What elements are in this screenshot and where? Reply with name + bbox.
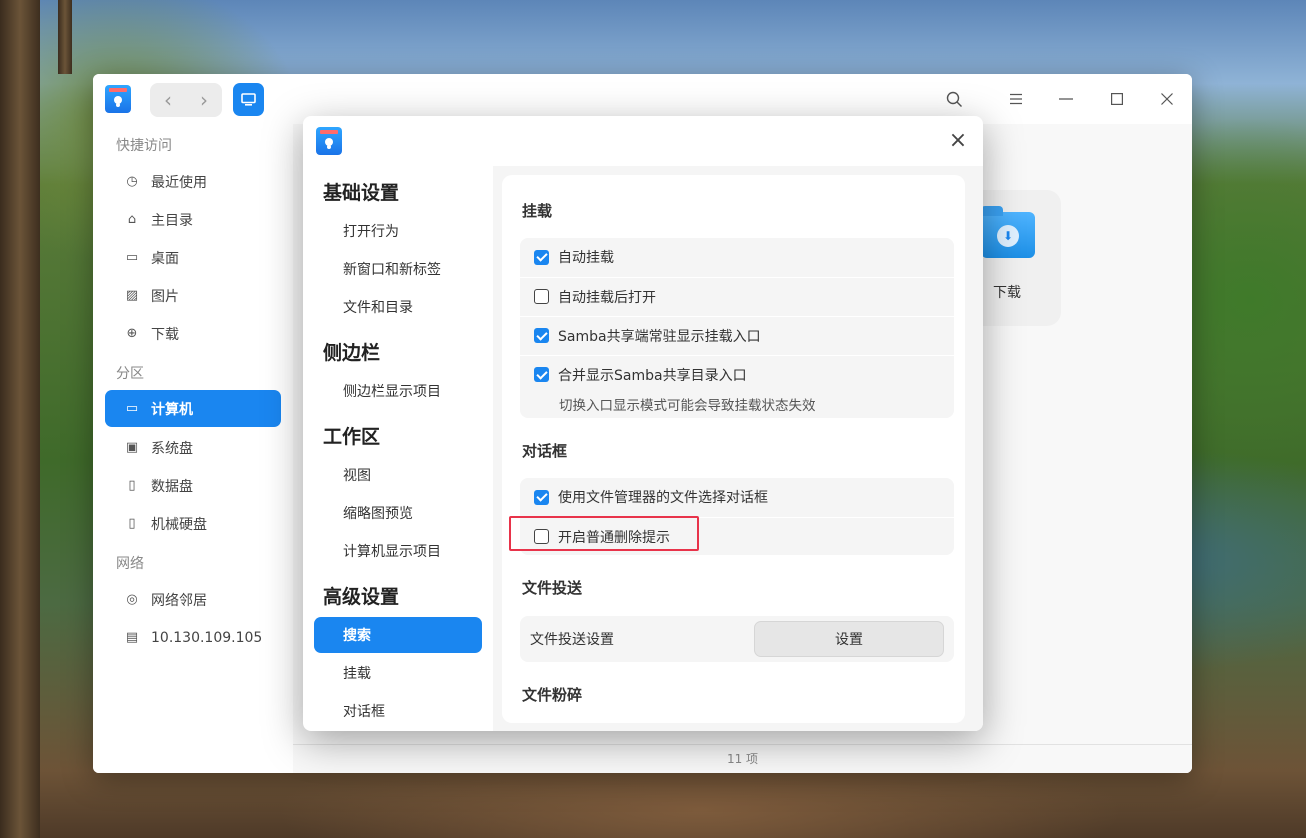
option-label: Samba共享端常驻显示挂载入口 (558, 328, 761, 345)
navigation-buttons: ‹ › (150, 83, 222, 117)
status-bar: 11 项 (293, 744, 1192, 773)
disk-icon: ▣ (125, 440, 139, 455)
download-icon: ⊕ (126, 326, 138, 341)
nav-item-search[interactable]: 搜索 (314, 617, 482, 653)
section-title-shred: 文件粉碎 (522, 686, 583, 704)
sidebar-item-pictures[interactable]: ▨ 图片 (105, 277, 281, 314)
sidebar-item-recent[interactable]: ◷ 最近使用 (105, 163, 281, 200)
settings-content: 挂载 自动挂载 自动挂载后打开 Samba共享端常驻显示挂载入口 合并显示Sam… (493, 166, 983, 731)
file-manager-logo-icon (316, 127, 342, 155)
checkbox-checked[interactable] (534, 489, 549, 505)
nav-item-open-behavior[interactable]: 打开行为 (314, 213, 482, 249)
maximize-icon[interactable] (1104, 86, 1130, 112)
nav-heading-workspace[interactable]: 工作区 (323, 422, 380, 449)
nav-item-view[interactable]: 视图 (314, 457, 482, 493)
option-use-fm-dialog[interactable]: 使用文件管理器的文件选择对话框 (520, 478, 954, 516)
menu-icon[interactable] (1003, 86, 1029, 112)
section-title-mount: 挂载 (522, 202, 553, 220)
server-icon: ▤ (125, 630, 139, 645)
checkbox-checked[interactable] (534, 249, 549, 265)
section-title-transfer: 文件投送 (522, 579, 583, 597)
option-note: 切换入口显示模式可能会导致挂载状态失效 (559, 398, 816, 414)
sidebar-item-hdd[interactable]: ▯ 机械硬盘 (105, 505, 281, 542)
sidebar-item-label: 计算机 (151, 401, 193, 418)
sidebar-item-desktop[interactable]: ▭ 桌面 (105, 239, 281, 276)
network-icon: ◎ (126, 592, 138, 607)
sidebar-item-label: 图片 (151, 288, 179, 305)
computer-view-button[interactable] (233, 83, 264, 116)
search-icon[interactable] (941, 86, 967, 112)
download-icon: ⬇ (997, 225, 1019, 247)
nav-heading-basic[interactable]: 基础设置 (323, 178, 399, 205)
close-icon[interactable] (1154, 86, 1180, 112)
computer-icon (241, 93, 256, 106)
nav-item-computer-display[interactable]: 计算机显示项目 (314, 533, 482, 569)
sidebar-item-computer[interactable]: ▭ 计算机 (105, 390, 281, 427)
back-chevron-icon[interactable]: ‹ (150, 83, 186, 117)
checkbox-checked[interactable] (534, 367, 549, 382)
minimize-icon[interactable] (1053, 86, 1079, 112)
sidebar-item-home[interactable]: ⌂ 主目录 (105, 201, 281, 238)
sidebar-item-label: 数据盘 (151, 478, 193, 495)
sidebar-item-system-disk[interactable]: ▣ 系统盘 (105, 429, 281, 466)
nav-item-files-dirs[interactable]: 文件和目录 (314, 289, 482, 325)
desktop-icon: ▭ (125, 250, 139, 265)
disk-icon: ▯ (128, 516, 136, 531)
sidebar-section-quick-access: 快捷访问 (116, 138, 172, 154)
settings-dialog: × 基础设置 打开行为 新窗口和新标签 文件和目录 侧边栏 侧边栏显示项目 工作… (303, 116, 983, 731)
sidebar-item-label: 机械硬盘 (151, 516, 207, 533)
settings-nav: 基础设置 打开行为 新窗口和新标签 文件和目录 侧边栏 侧边栏显示项目 工作区 … (303, 166, 493, 731)
transfer-label: 文件投送设置 (530, 632, 614, 648)
home-icon: ⌂ (127, 212, 137, 227)
nav-item-dialog[interactable]: 对话框 (314, 693, 482, 729)
option-merge-samba[interactable]: 合并显示Samba共享目录入口 (520, 355, 954, 393)
section-title-dialog: 对话框 (522, 442, 568, 460)
nav-item-new-window-tab[interactable]: 新窗口和新标签 (314, 251, 482, 287)
disk-icon: ▯ (128, 478, 136, 493)
forward-chevron-icon[interactable]: › (186, 83, 222, 117)
file-manager-logo-icon (105, 85, 131, 113)
sidebar-item-label: 桌面 (151, 250, 179, 267)
option-label: 合并显示Samba共享目录入口 (558, 367, 747, 384)
sidebar-section-network: 网络 (116, 556, 144, 572)
sidebar-item-label: 10.130.109.105 (151, 629, 263, 646)
option-label: 使用文件管理器的文件选择对话框 (558, 490, 768, 506)
checkbox-unchecked[interactable] (534, 289, 549, 304)
checkbox-checked[interactable] (534, 328, 549, 343)
sidebar-item-label: 网络邻居 (151, 592, 207, 609)
sidebar-item-label: 主目录 (151, 212, 193, 229)
nav-item-sidebar-items[interactable]: 侧边栏显示项目 (314, 373, 482, 409)
dialog-close-icon[interactable]: × (947, 130, 969, 152)
nav-item-thumbnail-preview[interactable]: 缩略图预览 (314, 495, 482, 531)
sidebar-item-downloads[interactable]: ⊕ 下载 (105, 315, 281, 352)
sidebar: 快捷访问 ◷ 最近使用 ⌂ 主目录 ▭ 桌面 ▨ 图片 ⊕ 下载 分区 ▭ 计算机 ▣ 系统盘… (93, 124, 293, 773)
clock-icon: ◷ (126, 174, 138, 189)
sidebar-item-data-disk[interactable]: ▯ 数据盘 (105, 467, 281, 504)
option-auto-mount[interactable]: 自动挂载 (520, 238, 954, 276)
folder-icon: ⬇ (981, 206, 1035, 258)
sidebar-item-label: 最近使用 (151, 174, 207, 191)
option-label: 自动挂载 (558, 250, 614, 266)
image-icon: ▨ (125, 288, 139, 303)
computer-icon: ▭ (125, 401, 139, 416)
background-tree-trunk (58, 0, 72, 74)
highlight-annotation-box (509, 516, 699, 551)
background-tree-trunk (0, 0, 40, 838)
option-open-after-mount[interactable]: 自动挂载后打开 (520, 277, 954, 315)
option-samba-persistent[interactable]: Samba共享端常驻显示挂载入口 (520, 316, 954, 354)
nav-item-mount[interactable]: 挂载 (314, 655, 482, 691)
transfer-settings-button[interactable]: 设置 (754, 621, 944, 657)
sidebar-item-network-neighborhood[interactable]: ◎ 网络邻居 (105, 581, 281, 618)
sidebar-item-label: 下载 (151, 326, 179, 343)
mount-options-group: 自动挂载 自动挂载后打开 Samba共享端常驻显示挂载入口 合并显示Samba共… (520, 238, 954, 418)
settings-panel: 挂载 自动挂载 自动挂载后打开 Samba共享端常驻显示挂载入口 合并显示Sam… (502, 175, 965, 723)
sidebar-item-label: 系统盘 (151, 440, 193, 457)
sidebar-section-partition: 分区 (116, 366, 144, 382)
nav-heading-advanced[interactable]: 高级设置 (323, 582, 399, 609)
nav-heading-sidebar[interactable]: 侧边栏 (323, 338, 380, 365)
option-label: 自动挂载后打开 (558, 289, 656, 306)
sidebar-item-server[interactable]: ▤ 10.130.109.105 (105, 619, 281, 656)
